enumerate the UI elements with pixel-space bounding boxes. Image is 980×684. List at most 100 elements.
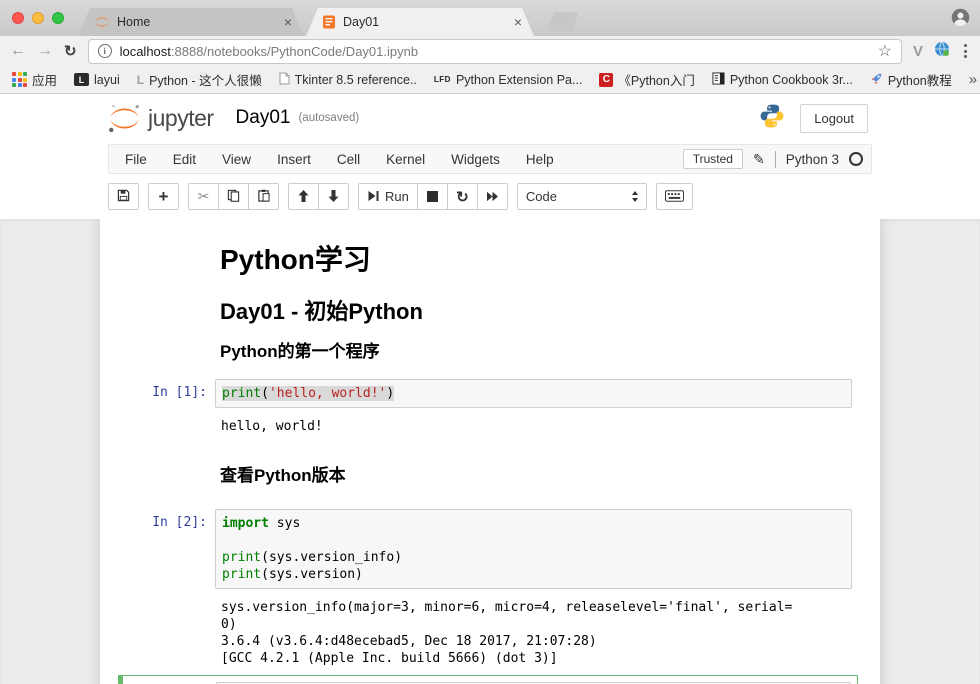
- menu-file[interactable]: File: [112, 152, 160, 167]
- bookmark-star-icon[interactable]: ☆: [878, 41, 892, 61]
- stop-button[interactable]: [417, 183, 448, 210]
- command-palette-button[interactable]: [656, 183, 693, 210]
- info-icon[interactable]: i: [98, 44, 112, 58]
- markdown-heading3-version[interactable]: 查看Python版本: [220, 465, 760, 487]
- menu-help[interactable]: Help: [513, 152, 567, 167]
- globe-extension-icon[interactable]: [934, 41, 950, 62]
- copy-cell-button[interactable]: [218, 183, 249, 210]
- code-token: ): [386, 386, 394, 401]
- bookmark-layui[interactable]: L layui: [74, 73, 120, 87]
- cell-type-value: Code: [526, 189, 557, 204]
- python-logo-icon: [759, 103, 785, 134]
- code-cell-3-selected[interactable]: In [ ]:: [118, 675, 858, 684]
- code-token: print: [222, 567, 261, 582]
- forward-icon[interactable]: →: [37, 43, 53, 59]
- minimize-window-button[interactable]: [32, 12, 44, 24]
- arrow-down-icon: [328, 189, 339, 205]
- run-button[interactable]: Run: [358, 183, 418, 210]
- url-text[interactable]: localhost:8888/notebooks/PythonCode/Day0…: [120, 44, 870, 59]
- move-cell-up-button[interactable]: [288, 183, 319, 210]
- bookmark-label: Python Extension Pa...: [456, 73, 582, 87]
- logout-button[interactable]: Logout: [800, 104, 868, 133]
- notebook-title[interactable]: Day01: [236, 107, 291, 129]
- output-text: hello, world!: [221, 418, 846, 435]
- restart-run-all-button[interactable]: [477, 183, 508, 210]
- notebook-container: Python学习 Day01 - 初始Python Python的第一个程序 I…: [0, 219, 980, 684]
- tab-home[interactable]: Home ×: [78, 8, 304, 36]
- markdown-heading2[interactable]: Day01 - 初始Python: [220, 299, 760, 325]
- markdown-heading3-first-program[interactable]: Python的第一个程序: [220, 341, 760, 363]
- bookmark-label: 《Python入门: [618, 70, 694, 89]
- code-cell-1: In [1]: print('hello, world!'): [100, 379, 880, 408]
- red-c-icon: C: [599, 73, 613, 87]
- bookmark-python-intro[interactable]: C 《Python入门: [599, 70, 694, 89]
- close-window-button[interactable]: [12, 12, 24, 24]
- menubar: File Edit View Insert Cell Kernel Widget…: [108, 144, 872, 174]
- code-token: print: [222, 386, 261, 401]
- tab-title: Home: [117, 15, 282, 29]
- letter-l-icon: L: [137, 73, 144, 87]
- output-text: sys.version_info(major=3, minor=6, micro…: [221, 599, 846, 616]
- code-input[interactable]: print('hello, world!'): [215, 379, 852, 408]
- restart-kernel-button[interactable]: ↻: [447, 183, 478, 210]
- bookmark-apps[interactable]: 应用: [12, 70, 57, 89]
- jupyter-wordmark: jupyter: [148, 105, 214, 132]
- tab-day01[interactable]: Day01 ×: [306, 8, 534, 36]
- reload-icon[interactable]: ↻: [64, 44, 77, 59]
- save-button[interactable]: [108, 183, 139, 210]
- bookmarks-overflow-icon[interactable]: »: [969, 71, 977, 88]
- extension-v-icon[interactable]: V: [913, 43, 923, 60]
- copy-icon: [227, 189, 240, 205]
- code-token: import: [222, 516, 269, 531]
- menu-edit[interactable]: Edit: [160, 152, 209, 167]
- browser-menu-kebab-icon[interactable]: [961, 44, 970, 58]
- menu-widgets[interactable]: Widgets: [438, 152, 513, 167]
- apps-grid-icon: [12, 72, 27, 87]
- code-input[interactable]: import sys print(sys.version_info) print…: [215, 509, 852, 589]
- book-icon: [712, 72, 725, 88]
- bookmark-cookbook[interactable]: Python Cookbook 3r...: [712, 72, 853, 88]
- tab-close-icon[interactable]: ×: [512, 14, 524, 30]
- profile-icon[interactable]: [951, 8, 970, 32]
- back-icon[interactable]: ←: [10, 43, 26, 59]
- code-token: sys: [269, 516, 300, 531]
- maximize-window-button[interactable]: [52, 12, 64, 24]
- notebook-favicon-icon: [322, 15, 336, 29]
- edit-pencil-icon: ✎: [753, 151, 765, 168]
- run-label: Run: [385, 189, 409, 204]
- keyboard-icon: [665, 189, 684, 205]
- input-prompt: In [1]:: [100, 379, 215, 408]
- menu-insert[interactable]: Insert: [264, 152, 324, 167]
- trusted-badge[interactable]: Trusted: [683, 149, 743, 169]
- add-cell-button[interactable]: +: [148, 183, 179, 210]
- bookmark-python-tutorial[interactable]: Python教程: [870, 70, 952, 89]
- cut-cell-button[interactable]: ✂: [188, 183, 219, 210]
- bookmark-python-extension[interactable]: LFD Python Extension Pa...: [434, 73, 583, 87]
- move-cell-down-button[interactable]: [318, 183, 349, 210]
- stop-icon: [427, 191, 438, 202]
- menu-view[interactable]: View: [209, 152, 264, 167]
- arrow-up-icon: [298, 189, 309, 205]
- paste-cell-button[interactable]: [248, 183, 279, 210]
- menu-cell[interactable]: Cell: [324, 152, 373, 167]
- address-bar[interactable]: i localhost:8888/notebooks/PythonCode/Da…: [88, 39, 902, 64]
- output-area-1: hello, world!: [100, 414, 880, 435]
- markdown-heading1[interactable]: Python学习: [220, 243, 760, 277]
- menu-kernel[interactable]: Kernel: [373, 152, 438, 167]
- scissors-icon: ✂: [198, 188, 210, 205]
- output-text: [GCC 4.2.1 (Apple Inc. build 5666) (dot …: [221, 650, 846, 667]
- kernel-idle-icon: [849, 152, 863, 166]
- bookmark-tkinter[interactable]: Tkinter 8.5 reference..: [279, 72, 417, 88]
- bookmark-label: Python - 这个人很懒: [149, 70, 262, 89]
- autosave-status: (autosaved): [298, 112, 359, 124]
- code-cell-2: In [2]: import sys print(sys.version_inf…: [100, 509, 880, 589]
- window-controls: [12, 12, 64, 24]
- tab-close-icon[interactable]: ×: [282, 14, 294, 30]
- bookmark-python-blog[interactable]: L Python - 这个人很懒: [137, 70, 262, 89]
- menubar-wrapper: File Edit View Insert Cell Kernel Widget…: [0, 142, 980, 180]
- tab-title: Day01: [343, 15, 512, 29]
- new-tab-button[interactable]: [547, 12, 579, 31]
- jupyter-logo-icon[interactable]: jupyter: [106, 103, 214, 134]
- cell-type-select[interactable]: Code: [517, 183, 647, 210]
- bookmark-label: 应用: [32, 70, 57, 89]
